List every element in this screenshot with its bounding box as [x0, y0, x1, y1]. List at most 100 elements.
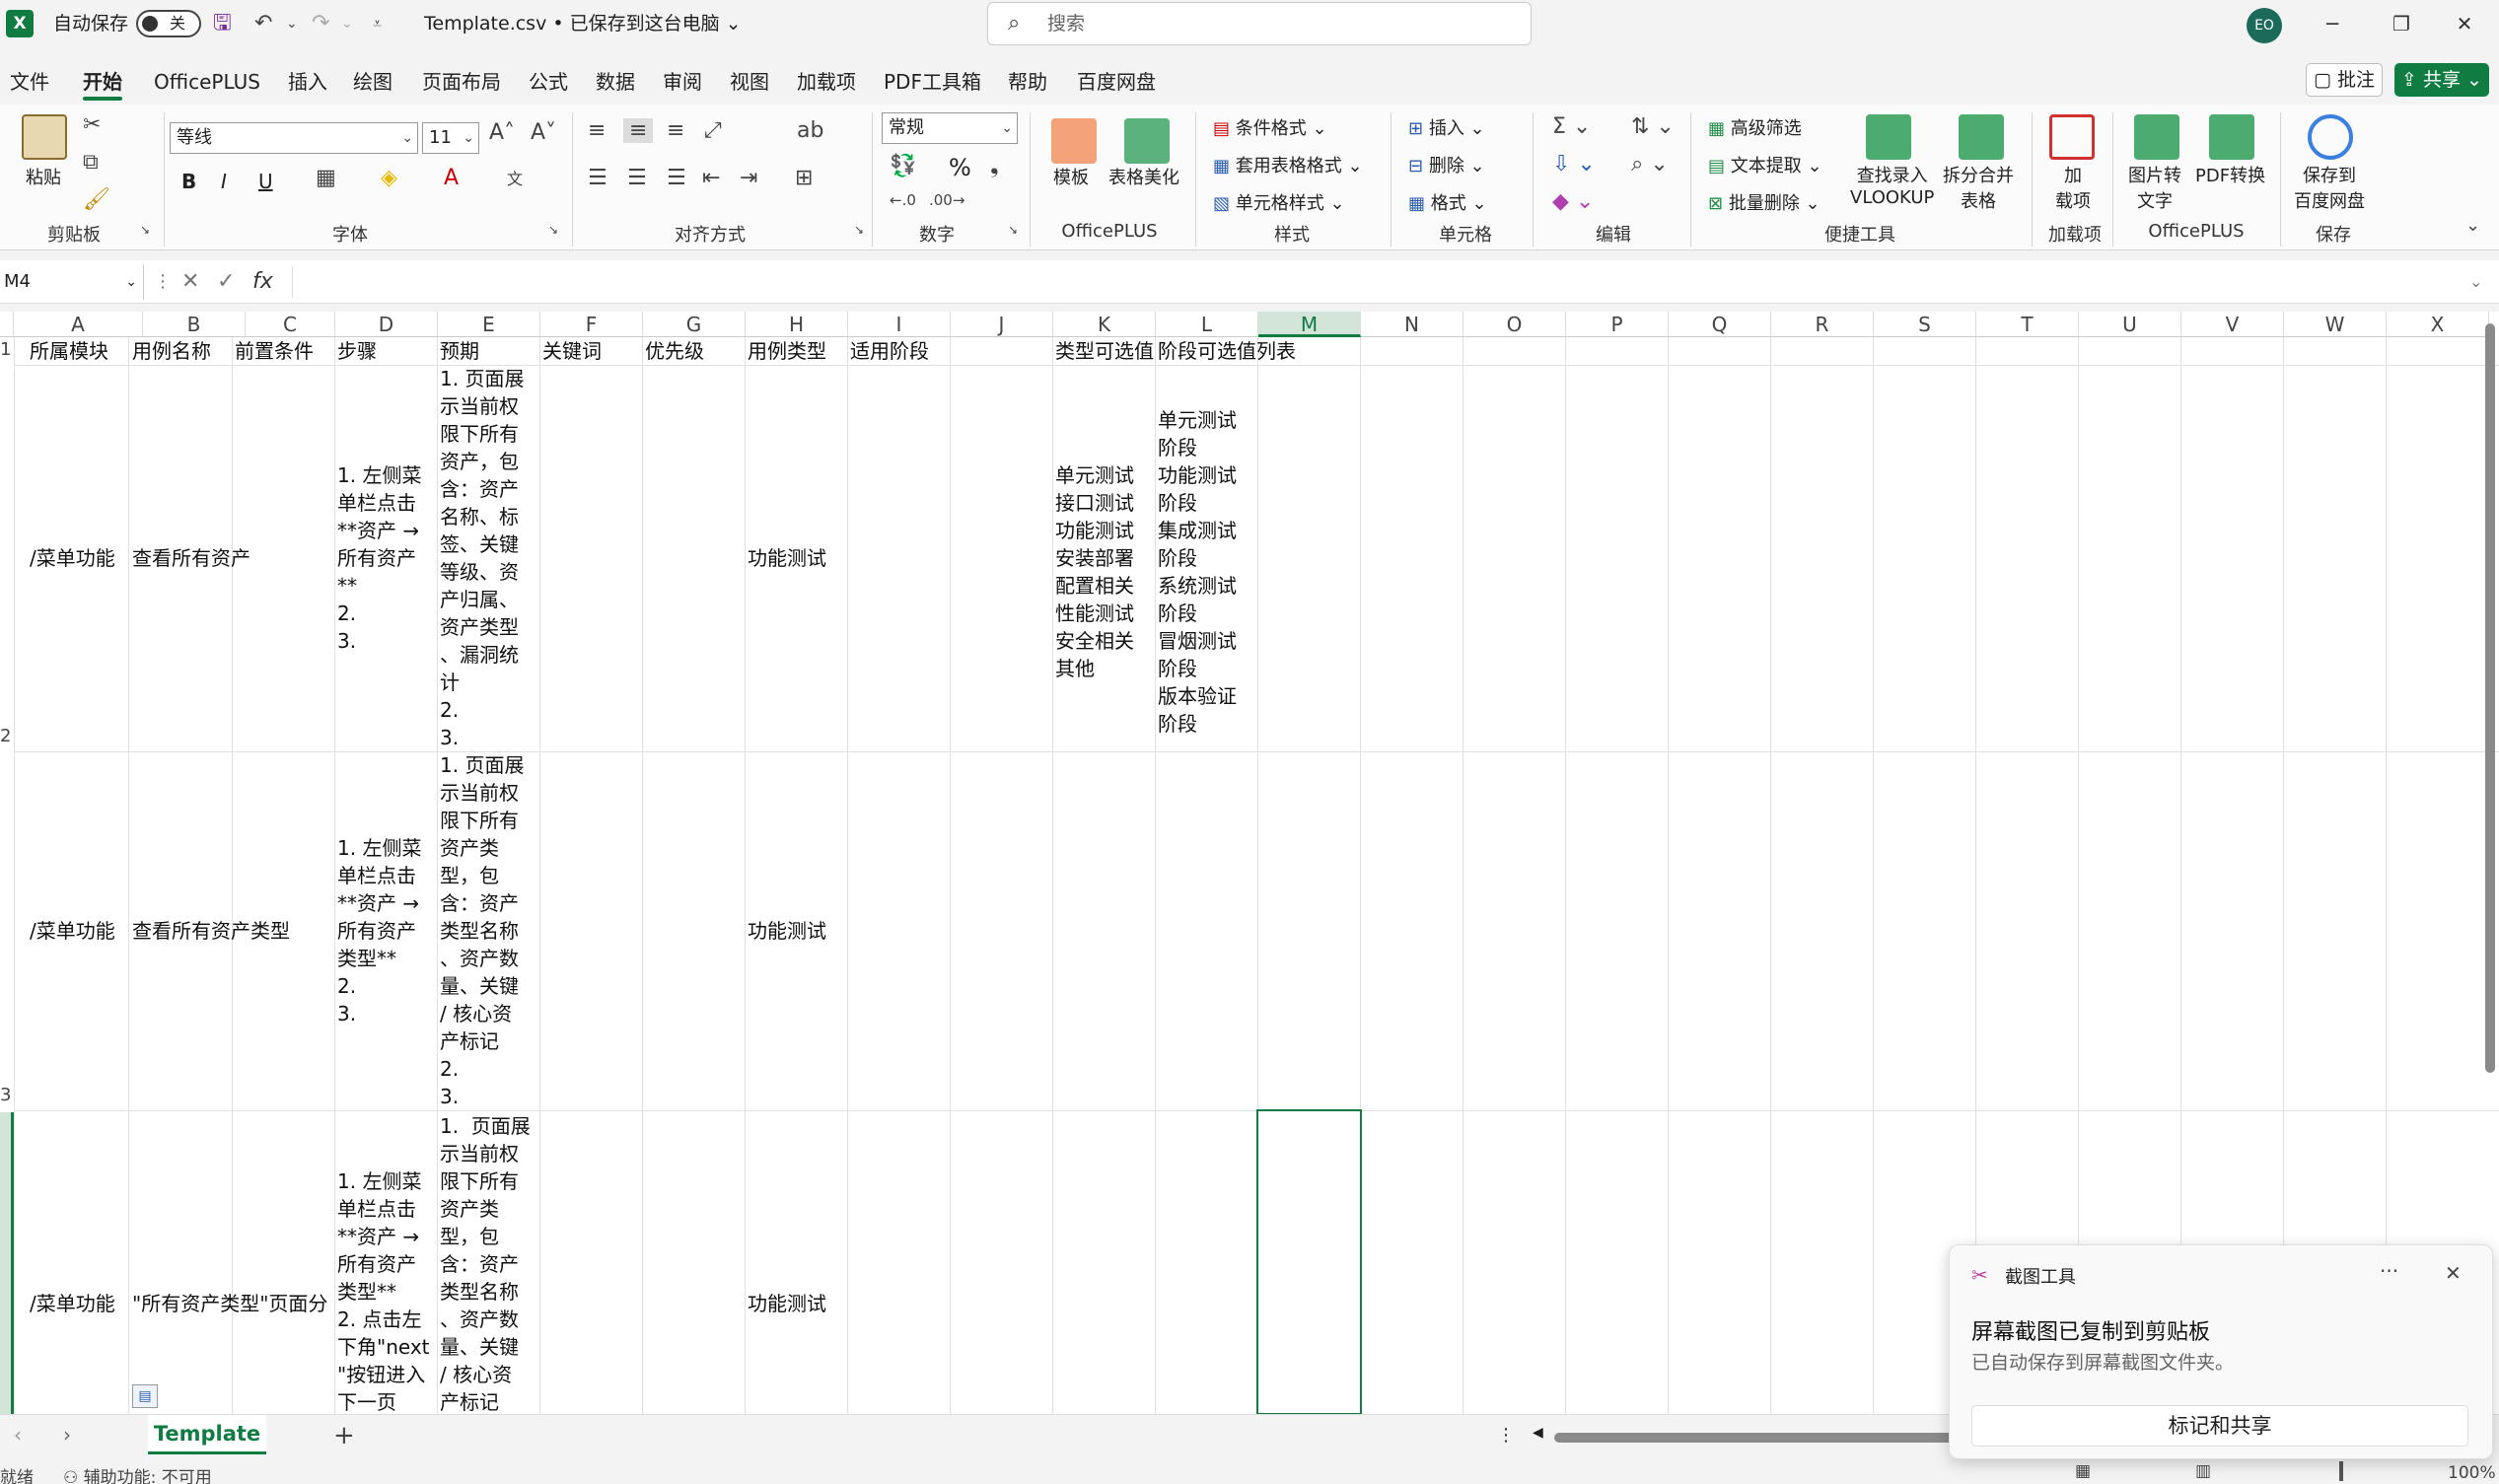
italic-button[interactable]: I [221, 170, 227, 193]
case-type-cell[interactable]: 功能测试 [748, 917, 846, 945]
align-left-icon[interactable]: ☰ [588, 166, 607, 190]
search-box[interactable]: ⌕ 搜索 [987, 2, 1532, 45]
increase-font-icon[interactable]: A˄ [489, 120, 515, 145]
column-header-q[interactable]: Q [1669, 312, 1771, 337]
share-button[interactable]: ⇪ 共享 ⌄ [2394, 63, 2489, 97]
column-header-h[interactable]: H [746, 312, 848, 337]
column-header-a[interactable]: A [14, 312, 143, 337]
steps-cell[interactable]: 1. 左侧菜 单栏点击 **资产 → 所有资产 类型** 2. 3. [337, 834, 432, 1024]
restore-button[interactable]: ❐ [2367, 0, 2436, 47]
paste-options-icon[interactable]: ▤ [132, 1384, 158, 1408]
tab-baidu-netdisk[interactable]: 百度网盘 [1077, 61, 1156, 103]
column-header-v[interactable]: V [2181, 312, 2284, 337]
redo-icon[interactable]: ↷ [312, 0, 329, 47]
redo-dropdown-icon[interactable]: ⌄ [341, 0, 353, 47]
markup-and-share-button[interactable]: 标记和共享 [1971, 1405, 2468, 1447]
tab-data[interactable]: 数据 [596, 61, 635, 103]
header-cell[interactable]: 优先级 [645, 337, 744, 365]
enter-icon[interactable]: ✓ [217, 260, 235, 304]
align-top-icon[interactable]: ≡ [588, 118, 606, 143]
tab-home[interactable]: 开始 [83, 61, 122, 103]
conditional-format-button[interactable]: ▤ 条件格式 ⌄ [1213, 114, 1327, 140]
insert-function-button[interactable]: fx [252, 260, 273, 304]
undo-dropdown-icon[interactable]: ⌄ [286, 0, 298, 47]
paste-icon[interactable] [22, 114, 67, 160]
save-icon[interactable]: 🖫 [213, 0, 232, 47]
tab-file[interactable]: 文件 [10, 61, 49, 103]
image-to-text-button[interactable]: 图片转 文字 [2128, 162, 2181, 213]
text-extract-button[interactable]: ▤ 文本提取 ⌄ [1708, 152, 1822, 177]
cell-styles-button[interactable]: ▧ 单元格样式 ⌄ [1213, 189, 1345, 215]
column-header-c[interactable]: C [246, 312, 335, 337]
row-header-3[interactable]: 3 [0, 1085, 14, 1105]
page-break-view-icon[interactable]: ▥ [2195, 1461, 2211, 1481]
name-box[interactable]: M4 ⌄ [0, 264, 144, 300]
column-header-u[interactable]: U [2079, 312, 2181, 337]
table-beautify-button[interactable]: 表格美化 [1108, 164, 1179, 189]
vlookup-icon[interactable] [1866, 114, 1911, 160]
expected-cell[interactable]: 1. 页面展 示当前权 限下所有 资产，包 含：资产 名称、标 签、关键 等级、… [440, 365, 535, 751]
case-type-cell[interactable]: 功能测试 [748, 1290, 846, 1317]
sort-filter-icon[interactable]: ⇅ ⌄ [1631, 114, 1675, 139]
cancel-icon[interactable]: ✕ [181, 260, 199, 304]
comments-button[interactable]: ▢ 批注 [2306, 63, 2383, 97]
increase-decimal-icon[interactable]: ←.0 [890, 191, 916, 209]
orientation-icon[interactable]: ⤢ [704, 118, 722, 143]
border-icon[interactable]: ▦ [316, 166, 336, 190]
column-header-n[interactable]: N [1361, 312, 1464, 337]
tab-draw[interactable]: 绘图 [353, 61, 393, 103]
table-beautify-icon[interactable] [1124, 118, 1170, 164]
column-header-p[interactable]: P [1566, 312, 1669, 337]
select-all-corner[interactable] [0, 312, 14, 337]
increase-indent-icon[interactable]: ⇥ [740, 166, 757, 190]
header-cell[interactable]: 关键词 [542, 337, 641, 365]
autosum-icon[interactable]: Σ ⌄ [1552, 114, 1591, 139]
scroll-tabs-left-icon[interactable]: ‹ [14, 1423, 22, 1447]
row-header-2[interactable]: 2 [0, 726, 14, 746]
underline-button[interactable]: U [258, 170, 273, 193]
column-header-j[interactable]: J [951, 312, 1053, 337]
column-header-i[interactable]: I [848, 312, 951, 337]
header-cell[interactable]: 阶段可选值列表 [1158, 337, 1361, 365]
phonetic-icon[interactable]: 文 [507, 166, 523, 189]
column-header-o[interactable]: O [1464, 312, 1566, 337]
number-launcher-icon[interactable]: ↘ [1008, 223, 1018, 237]
align-bottom-icon[interactable]: ≡ [667, 118, 684, 143]
vertical-scrollbar[interactable] [2485, 323, 2495, 1073]
column-header-g[interactable]: G [643, 312, 746, 337]
steps-cell[interactable]: 1. 左侧菜 单栏点击 **资产 → 所有资产 类型** 2. 点击左 下角"n… [337, 1167, 432, 1414]
clear-icon[interactable]: ◆ ⌄ [1552, 189, 1594, 214]
bold-button[interactable]: B [181, 170, 196, 193]
column-header-f[interactable]: F [540, 312, 643, 337]
tab-page-layout[interactable]: 页面布局 [422, 61, 501, 103]
horizontal-scrollbar[interactable] [1554, 1433, 1968, 1443]
addins-button[interactable]: 加载项 [2055, 162, 2091, 213]
advanced-filter-button[interactable]: ▦ 高级筛选 [1708, 114, 1802, 140]
tab-help[interactable]: 帮助 [1008, 61, 1047, 103]
avatar[interactable]: EO [2247, 8, 2282, 43]
delete-cells-button[interactable]: ⊟ 删除 ⌄ [1408, 152, 1485, 177]
expected-cell[interactable]: 1. 页面展 示当前权 限下所有 资产类 型，包 含：资产 类型名称 、资产数 … [440, 1112, 535, 1414]
tab-addins[interactable]: 加载项 [797, 61, 856, 103]
image-to-text-icon[interactable] [2134, 114, 2179, 160]
notification-more-button[interactable]: ··· [2380, 1259, 2398, 1283]
tab-view[interactable]: 视图 [730, 61, 769, 103]
wrap-text-icon[interactable]: ab [797, 118, 823, 143]
module-cell[interactable]: /菜单功能 [30, 544, 128, 572]
column-header-t[interactable]: T [1976, 312, 2079, 337]
align-center-icon[interactable]: ☰ [627, 166, 647, 190]
scroll-left-icon[interactable]: ◀ [1533, 1425, 1543, 1441]
find-select-icon[interactable]: ⌕ ⌄ [1631, 152, 1669, 177]
tab-formulas[interactable]: 公式 [529, 61, 568, 103]
copy-icon[interactable]: ⧉ [83, 150, 99, 175]
close-button[interactable]: ✕ [2430, 0, 2499, 47]
scroll-tabs-right-icon[interactable]: › [63, 1423, 71, 1447]
header-cell[interactable]: 预期 [440, 337, 538, 365]
column-header-l[interactable]: L [1156, 312, 1258, 337]
case-name-cell[interactable]: 查看所有资产类型 [132, 917, 333, 945]
header-cell[interactable]: 适用阶段 [850, 337, 949, 365]
accounting-format-icon[interactable]: 💱 [890, 154, 916, 178]
tab-officeplus[interactable]: OfficePLUS [154, 61, 260, 103]
alignment-launcher-icon[interactable]: ↘ [854, 223, 864, 237]
autosave-toggle[interactable]: 关 [136, 10, 201, 37]
